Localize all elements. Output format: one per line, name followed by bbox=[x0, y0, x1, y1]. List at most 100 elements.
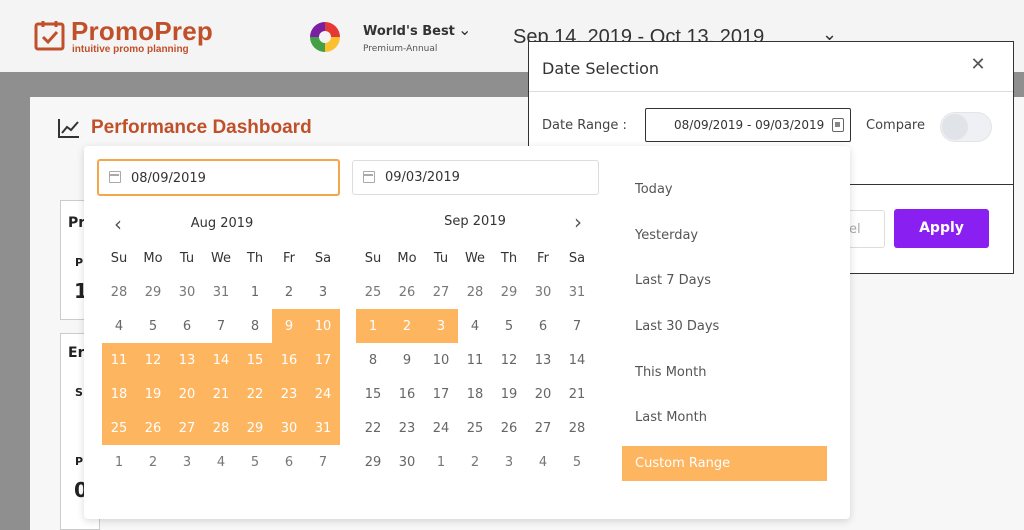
compare-toggle[interactable] bbox=[940, 112, 992, 142]
calendar-day[interactable]: 4 bbox=[526, 445, 560, 479]
calendar-day[interactable]: 10 bbox=[424, 343, 458, 377]
org-name[interactable]: World's Best bbox=[363, 24, 455, 39]
calendar-day[interactable]: 8 bbox=[238, 309, 272, 343]
calendar-day[interactable]: 26 bbox=[390, 275, 424, 309]
calendar-day[interactable]: 3 bbox=[306, 275, 340, 309]
calendar-day[interactable]: 29 bbox=[492, 275, 526, 309]
calendar-day-selected[interactable]: 10 bbox=[306, 309, 340, 343]
range-option-this-month[interactable]: This Month bbox=[622, 355, 827, 390]
calendar-day[interactable]: 25 bbox=[356, 275, 390, 309]
calendar-day[interactable]: 9 bbox=[390, 343, 424, 377]
calendar-day[interactable]: 12 bbox=[492, 343, 526, 377]
calendar-day[interactable]: 15 bbox=[356, 377, 390, 411]
range-option-today[interactable]: Today bbox=[622, 172, 827, 207]
calendar-day-selected[interactable]: 11 bbox=[102, 343, 136, 377]
calendar-day-selected[interactable]: 13 bbox=[170, 343, 204, 377]
calendar-day[interactable]: 4 bbox=[458, 309, 492, 343]
calendar-day-selected[interactable]: 24 bbox=[306, 377, 340, 411]
calendar-day[interactable]: 3 bbox=[492, 445, 526, 479]
calendar-day-selected[interactable]: 22 bbox=[238, 377, 272, 411]
calendar-day[interactable]: 14 bbox=[560, 343, 594, 377]
calendar-day-selected[interactable]: 17 bbox=[306, 343, 340, 377]
calendar-day-selected[interactable]: 2 bbox=[390, 309, 424, 343]
calendar-day[interactable]: 7 bbox=[306, 445, 340, 479]
calendar-day-selected[interactable]: 16 bbox=[272, 343, 306, 377]
calendar-day[interactable]: 7 bbox=[560, 309, 594, 343]
calendar-day[interactable]: 4 bbox=[102, 309, 136, 343]
calendar-day-selected[interactable]: 26 bbox=[136, 411, 170, 445]
range-option-custom-range[interactable]: Custom Range bbox=[622, 446, 827, 482]
calendar-day[interactable]: 13 bbox=[526, 343, 560, 377]
calendar-day[interactable]: 25 bbox=[458, 411, 492, 445]
calendar-day[interactable]: 29 bbox=[136, 275, 170, 309]
calendar-day[interactable]: 27 bbox=[526, 411, 560, 445]
calendar-day[interactable]: 26 bbox=[492, 411, 526, 445]
calendar-day[interactable]: 21 bbox=[560, 377, 594, 411]
calendar-day[interactable]: 28 bbox=[102, 275, 136, 309]
calendar-day[interactable]: 18 bbox=[458, 377, 492, 411]
calendar-day[interactable]: 5 bbox=[136, 309, 170, 343]
calendar-day[interactable]: 11 bbox=[458, 343, 492, 377]
calendar-day[interactable]: 5 bbox=[238, 445, 272, 479]
calendar-day[interactable]: 24 bbox=[424, 411, 458, 445]
close-icon[interactable]: ✕ bbox=[969, 56, 987, 74]
end-date-input[interactable]: 09/03/2019 bbox=[352, 160, 599, 195]
calendar-day[interactable]: 7 bbox=[204, 309, 238, 343]
calendar-day-selected[interactable]: 18 bbox=[102, 377, 136, 411]
calendar-day[interactable]: 28 bbox=[560, 411, 594, 445]
calendar-day[interactable]: 4 bbox=[204, 445, 238, 479]
range-option-yesterday[interactable]: Yesterday bbox=[622, 218, 827, 253]
calendar-day-selected[interactable]: 28 bbox=[204, 411, 238, 445]
calendar-day[interactable]: 31 bbox=[204, 275, 238, 309]
calendar-day[interactable]: 23 bbox=[390, 411, 424, 445]
calendar-day[interactable]: 17 bbox=[424, 377, 458, 411]
calendar-day-selected[interactable]: 31 bbox=[306, 411, 340, 445]
calendar-day[interactable]: 29 bbox=[356, 445, 390, 479]
next-month-icon[interactable]: › bbox=[570, 212, 586, 232]
calendar-day[interactable]: 6 bbox=[272, 445, 306, 479]
calendar-day-selected[interactable]: 20 bbox=[170, 377, 204, 411]
calendar-day[interactable]: 30 bbox=[170, 275, 204, 309]
calendar-day-selected[interactable]: 15 bbox=[238, 343, 272, 377]
range-option-last-30-days[interactable]: Last 30 Days bbox=[622, 309, 827, 344]
calendar-day-selected[interactable]: 27 bbox=[170, 411, 204, 445]
calendar-icon[interactable] bbox=[832, 118, 844, 132]
cancel-button[interactable]: el bbox=[849, 210, 885, 248]
calendar-day[interactable]: 6 bbox=[526, 309, 560, 343]
calendar-day[interactable]: 3 bbox=[170, 445, 204, 479]
calendar-day[interactable]: 22 bbox=[356, 411, 390, 445]
calendar-day-selected[interactable]: 12 bbox=[136, 343, 170, 377]
prev-month-icon[interactable]: ‹ bbox=[110, 214, 126, 234]
calendar-day[interactable]: 2 bbox=[272, 275, 306, 309]
chevron-down-icon[interactable]: ⌄ bbox=[458, 20, 471, 39]
calendar-day[interactable]: 1 bbox=[238, 275, 272, 309]
range-option-last-month[interactable]: Last Month bbox=[622, 400, 827, 435]
calendar-day[interactable]: 30 bbox=[526, 275, 560, 309]
calendar-day[interactable]: 5 bbox=[492, 309, 526, 343]
calendar-day-selected[interactable]: 23 bbox=[272, 377, 306, 411]
calendar-day[interactable]: 8 bbox=[356, 343, 390, 377]
calendar-day-selected[interactable]: 19 bbox=[136, 377, 170, 411]
calendar-day-selected[interactable]: 29 bbox=[238, 411, 272, 445]
calendar-day[interactable]: 30 bbox=[390, 445, 424, 479]
calendar-day[interactable]: 2 bbox=[458, 445, 492, 479]
calendar-day-selected[interactable]: 3 bbox=[424, 309, 458, 343]
calendar-day[interactable]: 6 bbox=[170, 309, 204, 343]
apply-button[interactable]: Apply bbox=[894, 209, 989, 248]
calendar-day-selected[interactable]: 14 bbox=[204, 343, 238, 377]
start-date-input[interactable]: 08/09/2019 bbox=[97, 159, 340, 196]
calendar-day[interactable]: 1 bbox=[102, 445, 136, 479]
calendar-day[interactable]: 20 bbox=[526, 377, 560, 411]
calendar-day-selected[interactable]: 25 bbox=[102, 411, 136, 445]
calendar-day-selected[interactable]: 9 bbox=[272, 309, 306, 343]
calendar-day-selected[interactable]: 1 bbox=[356, 309, 390, 343]
calendar-day-selected[interactable]: 30 bbox=[272, 411, 306, 445]
calendar-day-selected[interactable]: 21 bbox=[204, 377, 238, 411]
calendar-day[interactable]: 2 bbox=[136, 445, 170, 479]
date-range-input[interactable]: 08/09/2019 - 09/03/2019 bbox=[645, 108, 851, 142]
calendar-day[interactable]: 5 bbox=[560, 445, 594, 479]
calendar-day[interactable]: 1 bbox=[424, 445, 458, 479]
calendar-day[interactable]: 27 bbox=[424, 275, 458, 309]
calendar-day[interactable]: 28 bbox=[458, 275, 492, 309]
range-option-last-7-days[interactable]: Last 7 Days bbox=[622, 263, 827, 298]
